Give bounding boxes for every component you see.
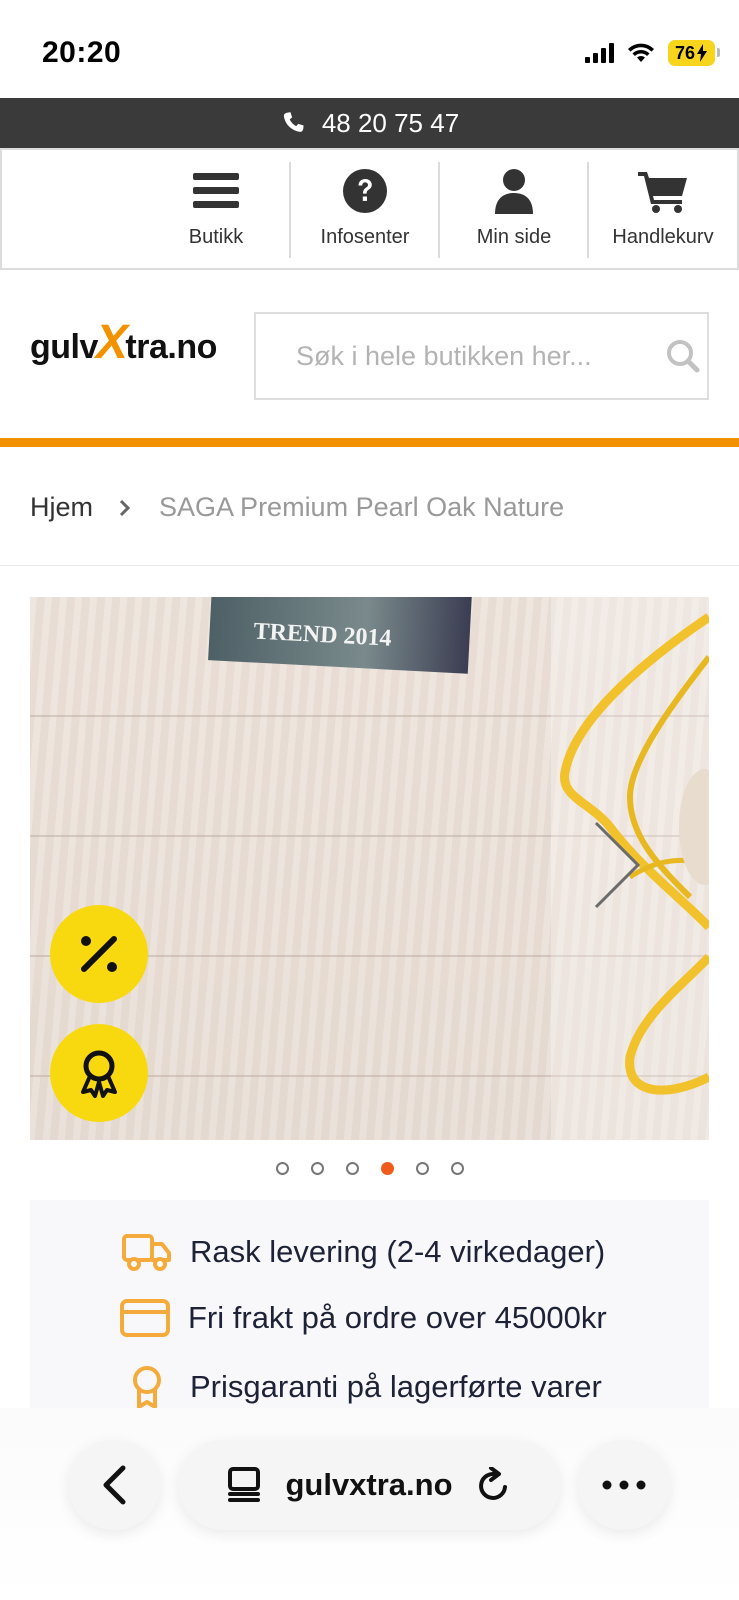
nav-label: Infosenter bbox=[320, 226, 410, 248]
search-input[interactable] bbox=[296, 340, 636, 372]
discount-badge bbox=[50, 905, 148, 1003]
nav-item-butikk[interactable]: Butikk bbox=[143, 162, 289, 258]
logo-suffix: tra.no bbox=[125, 328, 217, 366]
user-icon bbox=[495, 169, 533, 214]
nav-item-min-side[interactable]: Min side bbox=[441, 162, 587, 258]
nav-divider bbox=[289, 162, 291, 258]
phone-icon bbox=[283, 112, 304, 132]
next-slide-button[interactable] bbox=[590, 819, 644, 916]
battery-indicator: 76 bbox=[667, 40, 721, 66]
benefit-item: Rask levering (2-4 virkedager) bbox=[122, 1232, 605, 1272]
cellular-signal-icon bbox=[584, 43, 614, 63]
wifi-icon bbox=[627, 43, 654, 62]
nav-label: Handlekurv bbox=[612, 226, 714, 248]
nav-divider bbox=[587, 162, 589, 258]
truck-icon bbox=[122, 1234, 171, 1271]
status-icons: 76 bbox=[584, 40, 721, 66]
benefit-text: Rask levering (2-4 virkedager) bbox=[190, 1234, 606, 1269]
menu-icon bbox=[193, 173, 239, 208]
more-button[interactable] bbox=[578, 1440, 670, 1530]
battery-level: 76 bbox=[674, 43, 695, 63]
breadcrumb-home[interactable]: Hjem bbox=[30, 492, 93, 523]
nav-label: Butikk bbox=[188, 226, 244, 248]
status-time: 20:20 bbox=[42, 36, 122, 69]
pagination-dot[interactable] bbox=[345, 1162, 359, 1175]
reload-icon[interactable] bbox=[477, 1467, 511, 1503]
url-text: gulvxtra.no bbox=[285, 1467, 453, 1502]
award-icon bbox=[81, 1050, 117, 1098]
charging-bolt-icon bbox=[697, 44, 707, 62]
phone-number: 48 20 75 47 bbox=[321, 107, 460, 138]
gallery-pagination bbox=[0, 1162, 739, 1175]
browser-toolbar: gulvxtra.no bbox=[0, 1408, 739, 1600]
status-bar: 20:20 76 bbox=[0, 0, 739, 98]
chevron-right-icon bbox=[119, 499, 131, 517]
more-icon bbox=[602, 1480, 646, 1490]
chevron-right-icon bbox=[594, 821, 641, 909]
phone-bar[interactable]: 48 20 75 47 bbox=[0, 98, 739, 148]
logo-prefix: gulv bbox=[30, 328, 98, 366]
nav-item-handlekurv[interactable]: Handlekurv bbox=[590, 162, 736, 258]
product-gallery[interactable]: TREND 2014 bbox=[30, 597, 709, 1140]
pagination-dot[interactable] bbox=[450, 1162, 464, 1175]
pagination-dot[interactable] bbox=[275, 1162, 289, 1175]
search-box bbox=[254, 312, 709, 400]
pagination-dot-active[interactable] bbox=[380, 1162, 394, 1175]
main-nav: Butikk Infosenter Min side Handlekurv bbox=[0, 148, 739, 270]
cart-icon bbox=[638, 172, 687, 213]
benefit-text: Prisgaranti på lagerførte varer bbox=[190, 1369, 602, 1404]
search-icon[interactable] bbox=[665, 338, 701, 374]
discount-icon bbox=[81, 936, 117, 972]
pagination-dot[interactable] bbox=[415, 1162, 429, 1175]
logo-x: X bbox=[95, 316, 128, 369]
nav-item-infosenter[interactable]: Infosenter bbox=[292, 162, 438, 258]
nav-label: Min side bbox=[476, 226, 552, 248]
divider bbox=[0, 565, 739, 566]
breadcrumb: Hjem SAGA Premium Pearl Oak Nature bbox=[30, 492, 564, 523]
address-bar[interactable]: gulvxtra.no bbox=[178, 1440, 560, 1530]
header-accent-line bbox=[0, 438, 739, 447]
tabs-icon bbox=[228, 1467, 261, 1502]
chevron-left-icon bbox=[103, 1465, 126, 1505]
card-icon bbox=[120, 1299, 170, 1337]
question-icon bbox=[343, 169, 387, 213]
benefits-box: Rask levering (2-4 virkedager) Fri frakt… bbox=[30, 1200, 709, 1408]
breadcrumb-current: SAGA Premium Pearl Oak Nature bbox=[159, 492, 565, 522]
award-icon bbox=[133, 1366, 161, 1408]
pagination-dot[interactable] bbox=[310, 1162, 324, 1175]
site-logo[interactable]: gulv X tra.no bbox=[30, 316, 217, 369]
nav-divider bbox=[438, 162, 440, 258]
benefit-item: Fri frakt på ordre over 45000kr bbox=[120, 1299, 607, 1337]
benefit-text: Fri frakt på ordre over 45000kr bbox=[188, 1300, 607, 1335]
back-button[interactable] bbox=[68, 1440, 160, 1530]
award-badge bbox=[50, 1024, 148, 1122]
benefit-item: Prisgaranti på lagerførte varer bbox=[122, 1365, 602, 1408]
